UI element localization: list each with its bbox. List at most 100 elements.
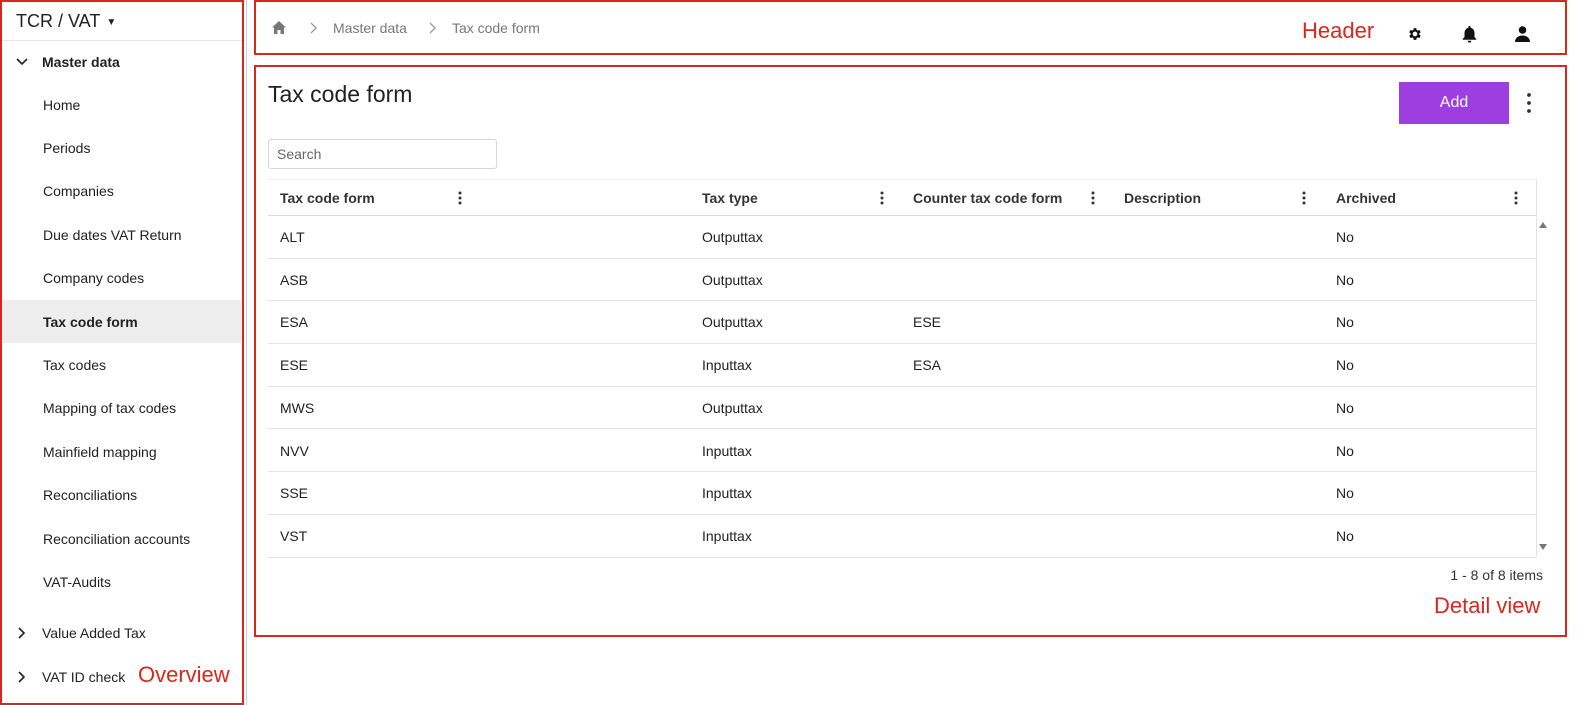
sidebar-item-vat-audits[interactable]: VAT-Audits xyxy=(2,560,242,603)
cell-tax-code-form: VST xyxy=(280,527,308,544)
column-header-archived[interactable]: Archived xyxy=(1336,180,1396,216)
sidebar-item-label: Reconciliation accounts xyxy=(43,530,191,547)
cell-tax-type: Outputtax xyxy=(702,271,763,288)
column-header-tax-code-form[interactable]: Tax code form xyxy=(280,180,375,216)
nav-group-label: VAT ID check xyxy=(42,668,126,685)
pager-info: 1 - 8 of 8 items xyxy=(1450,567,1543,583)
cell-tax-type: Outputtax xyxy=(702,399,763,416)
chevron-right-icon xyxy=(2,627,42,639)
column-header-description[interactable]: Description xyxy=(1124,180,1201,216)
chevron-right-icon xyxy=(2,671,42,683)
table-row[interactable]: ESE Inputtax ESA No xyxy=(268,344,1536,387)
sidebar-item-label: Tax codes xyxy=(43,357,107,374)
sidebar-item-reconciliation-accounts[interactable]: Reconciliation accounts xyxy=(2,517,242,560)
cell-tax-code-form: NVV xyxy=(280,442,309,459)
cell-archived: No xyxy=(1336,442,1354,459)
column-header-counter-tax-code-form[interactable]: Counter tax code form xyxy=(913,180,1062,216)
table-row[interactable]: MWS Outputtax No xyxy=(268,387,1536,430)
cell-tax-code-form: ASB xyxy=(280,271,309,288)
breadcrumb-master-data[interactable]: Master data xyxy=(333,20,407,36)
nav-group-master-data[interactable]: Master data xyxy=(2,41,242,83)
app-name: TCR / VAT xyxy=(16,10,101,31)
table-row[interactable]: ASB Outputtax No xyxy=(268,259,1536,302)
detail-view: Tax code form Add Tax code form Tax type… xyxy=(254,65,1567,637)
nav-group-label: Value Added Tax xyxy=(42,624,146,641)
sidebar-item-label: Due dates VAT Return xyxy=(43,226,182,243)
cell-archived: No xyxy=(1336,229,1354,245)
cell-tax-code-form: ESE xyxy=(280,357,309,374)
cell-tax-code-form: ALT xyxy=(280,229,305,245)
cell-counter-tax-code-form: ESE xyxy=(913,314,942,331)
cell-archived: No xyxy=(1336,399,1354,416)
detail-annotation-label: Detail view xyxy=(1434,593,1541,618)
sidebar-item-due-dates[interactable]: Due dates VAT Return xyxy=(2,213,242,256)
sidebar-item-label: Periods xyxy=(43,140,91,157)
table-row[interactable]: SSE Inputtax No xyxy=(268,472,1536,515)
scroll-up-icon[interactable] xyxy=(1539,221,1547,229)
chevron-right-icon xyxy=(429,22,436,34)
gear-icon[interactable] xyxy=(1406,25,1424,43)
app-switcher[interactable]: TCR / VAT ▼ xyxy=(2,2,242,41)
sidebar-item-home[interactable]: Home xyxy=(2,83,242,126)
scroll-down-icon[interactable] xyxy=(1539,543,1547,551)
cell-tax-type: Outputtax xyxy=(702,229,763,245)
caret-down-icon: ▼ xyxy=(106,16,117,28)
sidebar-item-company-codes[interactable]: Company codes xyxy=(2,257,242,300)
sidebar-item-label: Mapping of tax codes xyxy=(43,400,177,417)
sidebar-item-periods[interactable]: Periods xyxy=(2,126,242,169)
cell-archived: No xyxy=(1336,314,1354,331)
sidebar-item-label: VAT-Audits xyxy=(43,573,111,590)
sidebar-item-tax-codes[interactable]: Tax codes xyxy=(2,343,242,386)
home-icon[interactable] xyxy=(270,19,288,37)
cell-tax-type: Inputtax xyxy=(702,527,752,544)
cell-tax-type: Inputtax xyxy=(702,442,752,459)
bell-icon[interactable] xyxy=(1460,25,1478,43)
sidebar-item-reconciliations[interactable]: Reconciliations xyxy=(2,474,242,517)
chevron-down-icon xyxy=(2,58,42,66)
cell-tax-type: Inputtax xyxy=(702,485,752,502)
column-menu-icon[interactable] xyxy=(454,189,466,207)
user-icon[interactable] xyxy=(1513,25,1531,43)
column-menu-icon[interactable] xyxy=(1298,189,1310,207)
grid-header: Tax code form Tax type Counter tax code … xyxy=(268,179,1536,216)
nav-group-label: Master data xyxy=(42,54,120,70)
cell-tax-code-form: MWS xyxy=(280,399,315,416)
sidebar-item-label: Reconciliations xyxy=(43,487,138,504)
cell-tax-type: Inputtax xyxy=(702,357,752,374)
search-input[interactable] xyxy=(268,139,497,169)
chevron-right-icon xyxy=(310,22,317,34)
add-button[interactable]: Add xyxy=(1399,82,1509,124)
header: Master data Tax code form Header xyxy=(254,0,1567,55)
column-menu-icon[interactable] xyxy=(876,189,888,207)
cell-tax-code-form: SSE xyxy=(280,485,309,502)
column-menu-icon[interactable] xyxy=(1510,189,1522,207)
tax-code-grid: Tax code form Tax type Counter tax code … xyxy=(268,179,1547,558)
cell-tax-code-form: ESA xyxy=(280,314,309,331)
column-menu-icon[interactable] xyxy=(1087,189,1099,207)
nav-group-value-added-tax[interactable]: Value Added Tax xyxy=(2,612,242,654)
grid-scrollbar[interactable] xyxy=(1536,179,1548,557)
vertical-divider xyxy=(246,0,247,705)
sidebar-item-label: Home xyxy=(43,96,81,113)
header-annotation-label: Header xyxy=(1302,18,1375,43)
sidebar-overview: TCR / VAT ▼ Master data Home Periods Com… xyxy=(0,0,244,705)
table-row[interactable]: NVV Inputtax No xyxy=(268,430,1536,473)
sidebar-item-label: Companies xyxy=(43,183,114,200)
table-row[interactable]: VST Inputtax No xyxy=(268,515,1536,558)
sidebar-item-label: Mainfield mapping xyxy=(43,443,157,460)
sidebar-item-mapping-tax-codes[interactable]: Mapping of tax codes xyxy=(2,387,242,430)
sidebar-item-label: Tax code form xyxy=(43,313,138,330)
sidebar-item-companies[interactable]: Companies xyxy=(2,170,242,213)
sidebar-item-mainfield-mapping[interactable]: Mainfield mapping xyxy=(2,430,242,473)
sidebar-item-label: Company codes xyxy=(43,270,145,287)
cell-archived: No xyxy=(1336,527,1354,544)
more-vertical-icon[interactable] xyxy=(1521,89,1537,117)
cell-counter-tax-code-form: ESA xyxy=(913,357,942,374)
sidebar-item-tax-code-form[interactable]: Tax code form xyxy=(2,299,242,344)
table-row[interactable]: ALT Outputtax No xyxy=(268,216,1536,259)
table-row[interactable]: ESA Outputtax ESE No xyxy=(268,301,1536,345)
cell-archived: No xyxy=(1336,485,1354,502)
cell-archived: No xyxy=(1336,271,1354,288)
column-header-tax-type[interactable]: Tax type xyxy=(702,180,758,216)
page-title: Tax code form xyxy=(268,81,413,107)
